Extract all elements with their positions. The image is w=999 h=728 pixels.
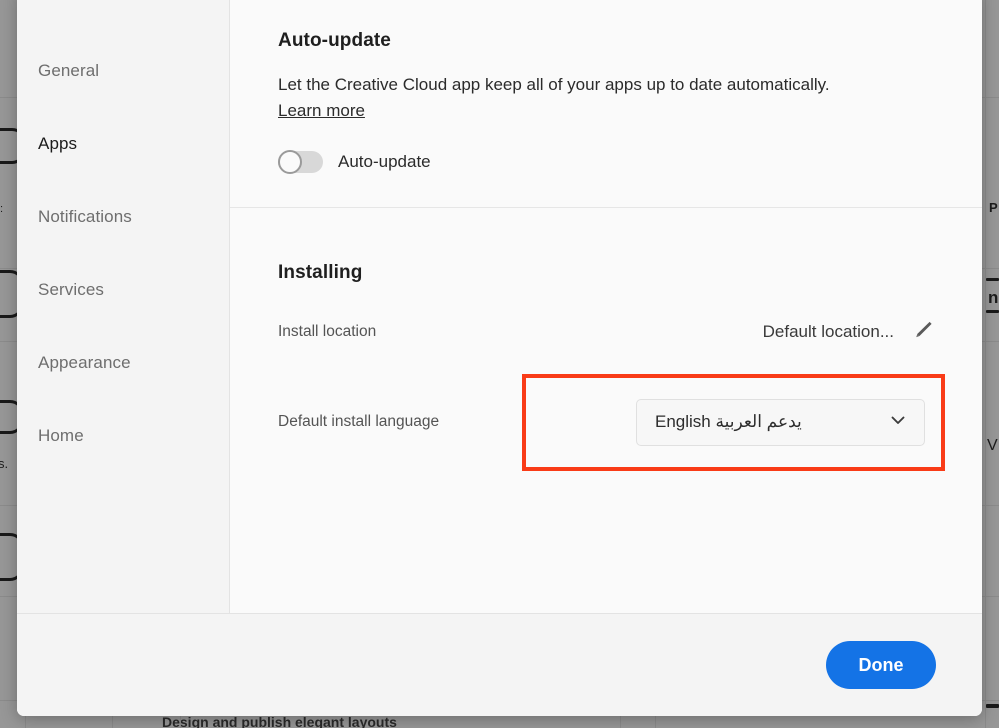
chevron-down-icon (888, 410, 908, 435)
auto-update-toggle-row: Auto-update (278, 149, 935, 174)
backdrop-divider (985, 0, 986, 728)
annotation-highlight-box: English يدعم العربية (522, 373, 945, 471)
sidebar-item-services[interactable]: Services (17, 253, 229, 326)
backdrop-accent-bar (986, 278, 999, 281)
default-install-language-label: Default install language (278, 413, 440, 431)
backdrop-partial-text: n (988, 288, 999, 307)
learn-more-link[interactable]: Learn more (278, 101, 365, 121)
sidebar-item-label: Apps (38, 133, 78, 153)
backdrop-accent-bar (986, 310, 999, 313)
backdrop-partial-text: s. (0, 456, 9, 471)
backdrop-bottom-caption: Design and publish elegant layouts (162, 714, 397, 728)
backdrop-partial-text: P (989, 200, 998, 215)
pencil-icon[interactable] (911, 318, 935, 347)
done-button[interactable]: Done (826, 641, 936, 689)
sidebar-item-label: Services (38, 279, 104, 299)
sidebar-item-apps[interactable]: Apps (17, 107, 229, 180)
default-install-language-row: Default install language English يدعم ال… (278, 373, 945, 471)
installing-section: Installing Install location Default loca… (230, 208, 982, 471)
sidebar-item-label: Appearance (38, 352, 131, 372)
sidebar-item-label: General (38, 60, 100, 80)
install-location-value-wrap: Default location... (763, 318, 935, 347)
toggle-knob (278, 149, 302, 174)
default-install-language-select[interactable]: English يدعم العربية (636, 398, 925, 446)
sidebar-item-general[interactable]: General (17, 34, 229, 107)
sidebar-item-label: Notifications (38, 206, 132, 226)
sidebar-item-notifications[interactable]: Notifications (17, 180, 229, 253)
backdrop-partial-text: V (987, 437, 998, 454)
install-location-value: Default location... (762, 322, 894, 342)
auto-update-title: Auto-update (278, 30, 391, 51)
sidebar-item-label: Home (38, 425, 84, 445)
install-location-row: Install location Default location... (278, 318, 935, 347)
install-location-label: Install location (278, 323, 377, 341)
preferences-dialog: General Apps Notifications Services Appe… (17, 0, 982, 716)
auto-update-section: Auto-update Let the Creative Cloud app k… (230, 0, 982, 208)
auto-update-description: Let the Creative Cloud app keep all of y… (278, 75, 830, 94)
auto-update-toggle[interactable] (278, 149, 323, 174)
sidebar-item-appearance[interactable]: Appearance (17, 326, 229, 399)
preferences-sidebar: General Apps Notifications Services Appe… (17, 0, 230, 613)
auto-update-toggle-label: Auto-update (338, 151, 431, 171)
preferences-content: Auto-update Let the Creative Cloud app k… (230, 0, 982, 613)
sidebar-item-home[interactable]: Home (17, 399, 229, 472)
dialog-footer: Done (17, 613, 982, 716)
backdrop-partial-text: : (0, 203, 4, 215)
installing-title: Installing (278, 261, 363, 283)
dialog-body: General Apps Notifications Services Appe… (17, 0, 982, 613)
default-install-language-value: English يدعم العربية (655, 412, 802, 432)
backdrop-accent-bar (986, 704, 999, 708)
